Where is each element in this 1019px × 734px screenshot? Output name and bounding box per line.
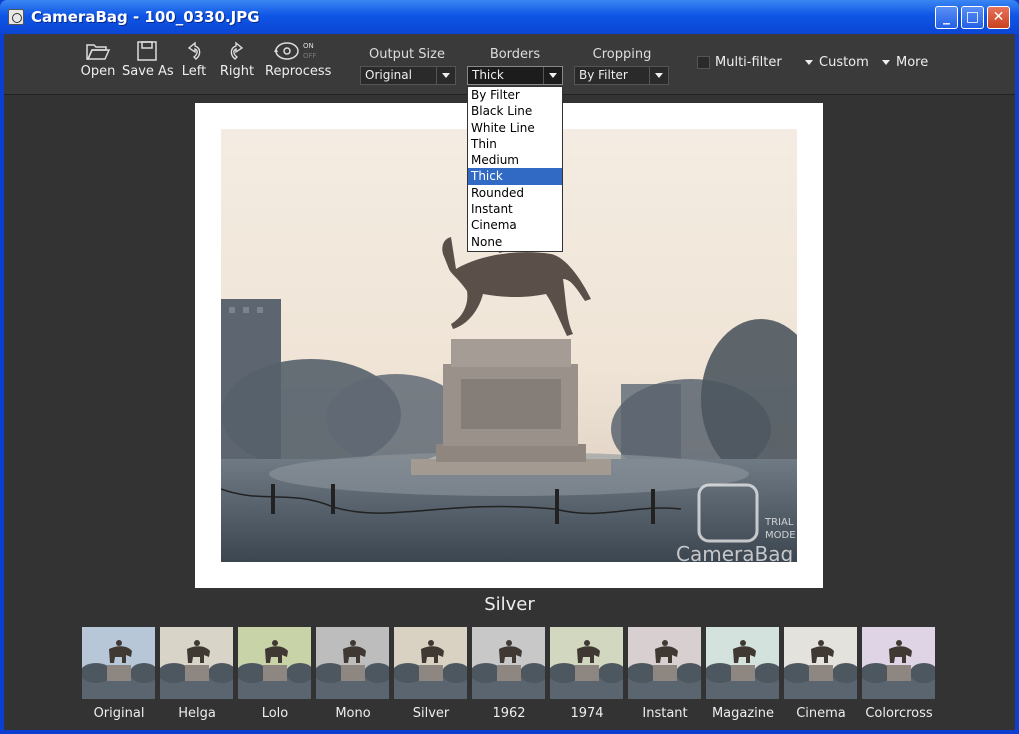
filter-thumbnail-label: 1962 (492, 706, 526, 721)
dropdown-option[interactable]: Cinema (468, 217, 562, 233)
dropdown-option[interactable]: Medium (468, 152, 562, 168)
app-window: CameraBag - 100_0330.JPG _ □ ✕ Open Save… (0, 0, 1019, 734)
open-button[interactable]: Open (80, 40, 116, 79)
chevron-down-icon (882, 60, 890, 65)
chevron-down-icon[interactable] (543, 67, 562, 84)
filter-thumbnail[interactable] (862, 627, 935, 699)
more-label: More (896, 55, 929, 70)
rotate-left-button[interactable]: Left (178, 40, 210, 79)
filter-thumbnail-image (628, 627, 701, 699)
filter-thumbnail-image (550, 627, 623, 699)
filter-thumbnail-label: Instant (642, 706, 688, 721)
filter-thumbnail-label: Silver (412, 706, 450, 721)
multi-filter-checkbox[interactable] (697, 56, 710, 69)
filter-thumbnail[interactable] (238, 627, 311, 699)
rotate-left-icon (187, 41, 201, 60)
filter-thumbnail-image (316, 627, 389, 699)
output-size-value: Original (365, 68, 412, 82)
title-bar[interactable]: CameraBag - 100_0330.JPG _ □ ✕ (0, 0, 1019, 34)
dropdown-option[interactable]: White Line (468, 120, 562, 136)
watermark-line-1: TRIAL (764, 517, 794, 528)
filter-thumbnail-image (472, 627, 545, 699)
filter-thumbnail-label: Cinema (796, 706, 846, 721)
cropping-value: By Filter (579, 68, 628, 82)
filter-thumbnail-image (238, 627, 311, 699)
filter-thumbnail[interactable] (82, 627, 155, 699)
filter-thumbnail-label: Lolo (261, 706, 289, 721)
save-as-label: Save As (122, 64, 174, 79)
watermark-brand: CameraBag (676, 542, 793, 562)
filter-thumbnail-label: Magazine (711, 706, 775, 721)
maximize-button[interactable]: □ (961, 6, 984, 29)
borders-select[interactable]: Thick (467, 66, 563, 85)
save-as-button[interactable]: Save As (122, 40, 174, 79)
filter-thumbnail-label: Original (93, 706, 145, 721)
dropdown-option[interactable]: Rounded (468, 185, 562, 201)
save-icon (137, 41, 157, 61)
filter-thumbnail[interactable] (394, 627, 467, 699)
reprocess-off-text: OFF (303, 52, 317, 60)
filter-thumbnail-label: Colorcross (865, 706, 933, 721)
cropping-label: Cropping (592, 47, 652, 62)
output-size-label: Output Size (369, 47, 445, 62)
multi-filter-label[interactable]: Multi-filter (715, 55, 782, 70)
chevron-down-icon[interactable] (436, 67, 455, 84)
filter-thumbnail[interactable] (472, 627, 545, 699)
borders-label: Borders (489, 47, 541, 62)
custom-menu[interactable]: Custom (805, 55, 869, 70)
filter-thumbnail-label: Mono (335, 706, 371, 721)
filter-thumbnail-image (82, 627, 155, 699)
filter-thumbnail-image (784, 627, 857, 699)
watermark-line-2: MODE (765, 530, 796, 541)
filter-thumbnail-label: 1974 (570, 706, 604, 721)
filter-thumbnail-image (394, 627, 467, 699)
filter-thumbnail[interactable] (316, 627, 389, 699)
borders-dropdown[interactable]: By Filter Black Line White Line Thin Med… (467, 86, 563, 252)
folder-open-icon (86, 44, 111, 60)
minimize-button[interactable]: _ (935, 6, 958, 29)
cropping-select[interactable]: By Filter (574, 66, 669, 85)
custom-label: Custom (819, 55, 869, 70)
reprocess-button[interactable]: ON OFF Reprocess (265, 40, 332, 79)
filter-thumbnail[interactable] (628, 627, 701, 699)
dropdown-option[interactable]: Instant (468, 201, 562, 217)
filter-thumbnail-image (862, 627, 935, 699)
filter-thumbnail-image (160, 627, 233, 699)
dropdown-option[interactable]: None (468, 234, 562, 250)
rotate-right-button[interactable]: Right (219, 40, 255, 79)
borders-value: Thick (472, 68, 504, 82)
current-filter-name: Silver (484, 594, 535, 615)
rotate-left-label: Left (181, 64, 207, 79)
reprocess-on-text: ON (303, 42, 314, 50)
filter-thumbnail[interactable] (550, 627, 623, 699)
filter-thumbnail[interactable] (160, 627, 233, 699)
close-icon: ✕ (992, 9, 1005, 25)
app-icon[interactable] (8, 9, 24, 25)
dropdown-option[interactable]: Black Line (468, 103, 562, 119)
rotate-right-icon (230, 41, 244, 60)
minimize-icon: _ (943, 9, 950, 25)
more-menu[interactable]: More (882, 55, 928, 70)
close-button[interactable]: ✕ (987, 6, 1010, 29)
filter-thumbnail-label: Helga (178, 706, 216, 721)
output-size-select[interactable]: Original (360, 66, 456, 85)
maximize-icon: □ (965, 9, 980, 25)
filter-thumbnail-image (706, 627, 779, 699)
open-label: Open (80, 64, 116, 79)
reprocess-icon: ON OFF (274, 42, 317, 60)
chevron-down-icon[interactable] (649, 67, 668, 84)
window-title: CameraBag - 100_0330.JPG (31, 8, 260, 26)
chevron-down-icon (805, 60, 813, 65)
dropdown-option[interactable]: Thin (468, 136, 562, 152)
filter-thumbnail[interactable] (706, 627, 779, 699)
client-area: Open Save As Left Right ON OFF Reprocess… (4, 34, 1015, 730)
dropdown-option-selected[interactable]: Thick (468, 168, 562, 185)
dropdown-option[interactable]: By Filter (468, 87, 562, 103)
reprocess-label: Reprocess (265, 64, 332, 79)
filter-thumbnail[interactable] (784, 627, 857, 699)
rotate-right-label: Right (219, 64, 255, 79)
